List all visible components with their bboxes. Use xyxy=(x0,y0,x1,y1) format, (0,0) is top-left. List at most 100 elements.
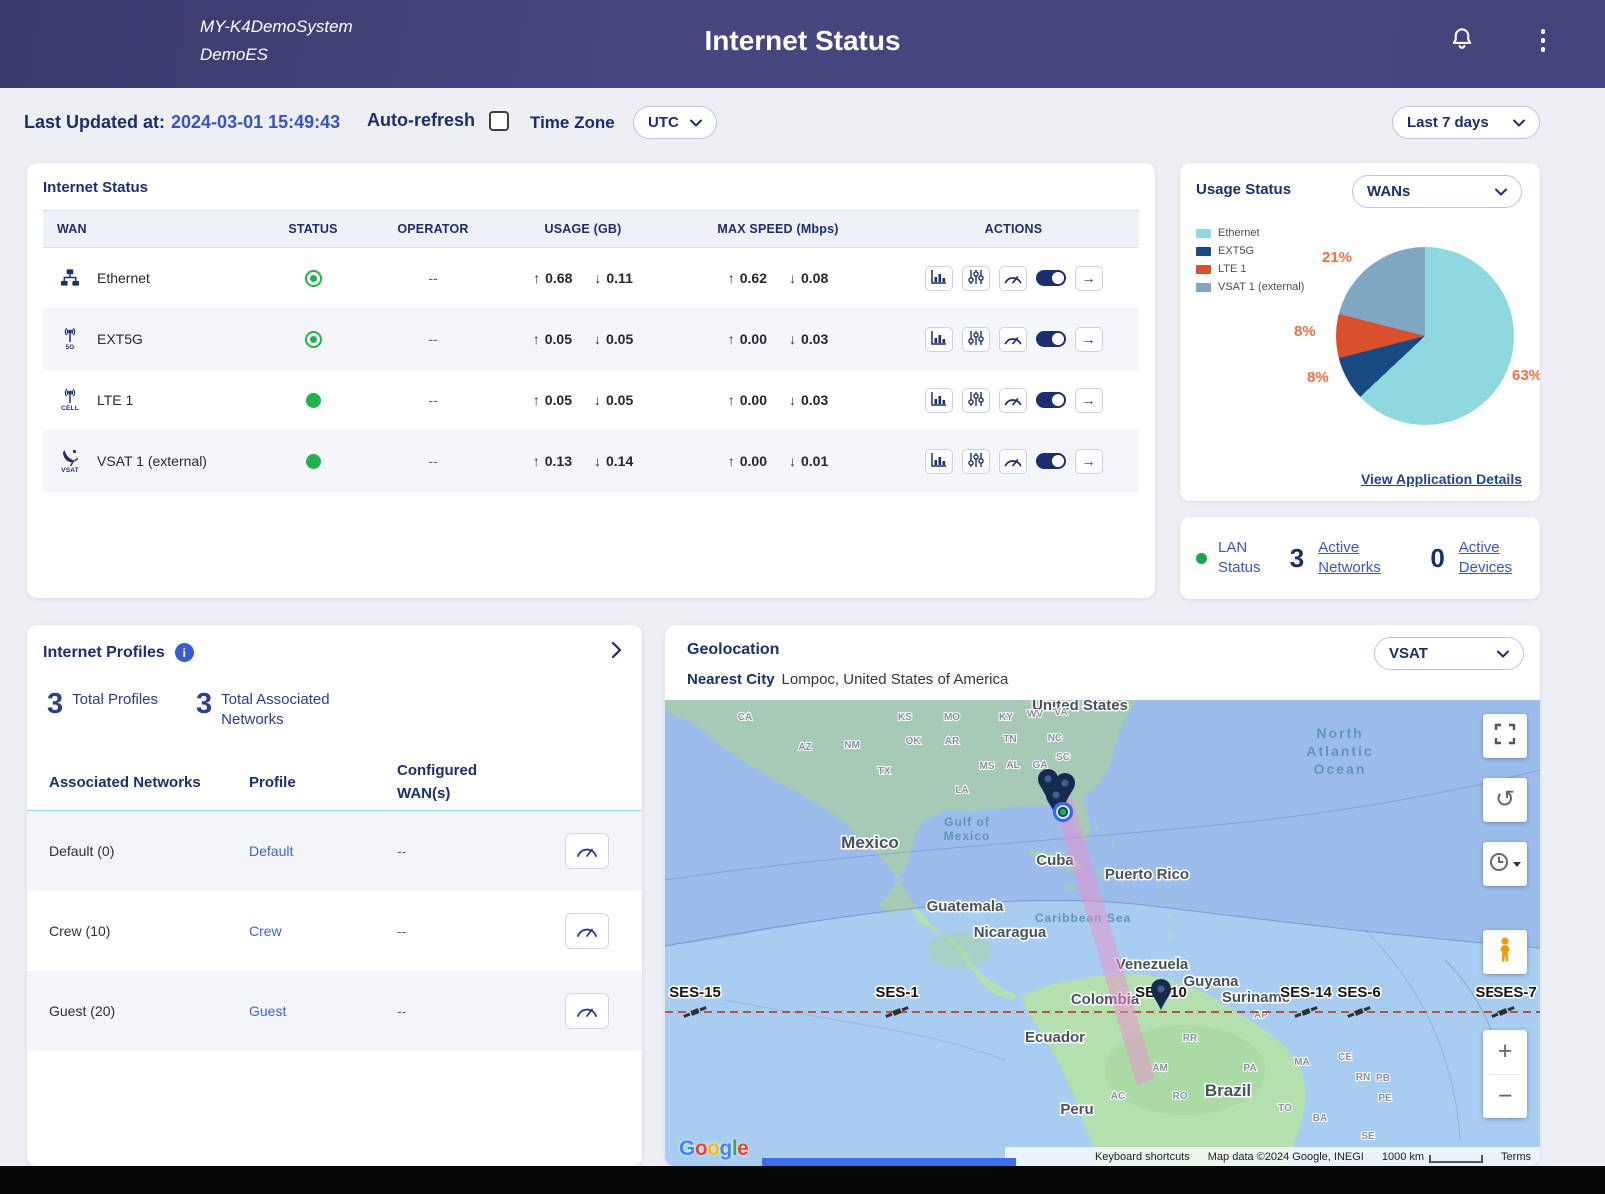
view-application-details-link[interactable]: View Application Details xyxy=(1361,471,1522,487)
zoom-in-button[interactable]: + xyxy=(1483,1030,1527,1074)
speed-test-button[interactable] xyxy=(999,266,1027,291)
wan-details-button[interactable]: → xyxy=(1075,327,1103,352)
download-icon: ↓ xyxy=(789,331,796,347)
speed-up: 0.00 xyxy=(740,392,767,408)
legend-label: VSAT 1 (external) xyxy=(1218,281,1304,293)
auto-refresh-checkbox[interactable] xyxy=(489,111,509,131)
map-label-peru: Peru xyxy=(1060,1101,1093,1118)
pegman-control[interactable] xyxy=(1483,930,1527,974)
legend-label: Ethernet xyxy=(1218,227,1260,239)
notifications-button[interactable] xyxy=(1449,27,1475,60)
scrollbar-thumb[interactable] xyxy=(762,1158,1016,1166)
active-devices-link[interactable]: Active Devices xyxy=(1459,538,1524,579)
keyboard-shortcuts-button[interactable]: Keyboard shortcuts xyxy=(1086,1151,1199,1163)
location-marker[interactable] xyxy=(1053,802,1073,822)
speed-test-button[interactable] xyxy=(999,449,1027,474)
info-icon[interactable]: i xyxy=(175,643,194,662)
usage-status-title: Usage Status xyxy=(1196,181,1291,198)
nearest-city-value: Lompoc, United States of America xyxy=(782,671,1009,688)
last-updated-value: 2024-03-01 15:49:43 xyxy=(171,112,340,132)
usage-chart-button[interactable] xyxy=(925,388,953,413)
legend-swatch-vsat1 xyxy=(1196,283,1211,292)
map-label-brazil: Brazil xyxy=(1205,1081,1251,1100)
internet-status-title: Internet Status xyxy=(43,179,1155,196)
download-icon: ↓ xyxy=(789,270,796,286)
date-range-select[interactable]: Last 7 days xyxy=(1392,106,1540,139)
wan-settings-button[interactable] xyxy=(962,449,990,474)
cell-icon: CELL xyxy=(55,388,85,412)
map-label-state: AC xyxy=(1111,1091,1125,1102)
map-label-guyana: Guyana xyxy=(1183,973,1239,990)
wan-enable-toggle[interactable] xyxy=(1036,270,1066,286)
kebab-menu-icon[interactable] xyxy=(1541,29,1546,52)
geolocation-source-select[interactable]: VSAT xyxy=(1374,637,1524,670)
map-label-state: PE xyxy=(1378,1093,1392,1104)
active-devices-count: 0 xyxy=(1430,543,1444,574)
profile-link[interactable]: Guest xyxy=(249,1003,397,1019)
profile-link[interactable]: Default xyxy=(249,843,397,859)
map-label-state: TN xyxy=(1003,734,1016,745)
google-logo[interactable]: Google xyxy=(679,1137,748,1161)
map-label-state: NM xyxy=(844,740,860,751)
map-scale[interactable]: 1000 km xyxy=(1373,1151,1492,1163)
chart-icon xyxy=(930,330,948,349)
map-label-state: MO xyxy=(944,712,960,723)
usage-scope-value: WANs xyxy=(1367,183,1410,200)
associated-network: Guest (20) xyxy=(49,1003,249,1019)
vsat-icon: VSAT xyxy=(55,448,85,474)
profile-speed-test-button[interactable] xyxy=(565,913,609,949)
fullscreen-button[interactable] xyxy=(1483,714,1527,758)
wan-settings-button[interactable] xyxy=(962,266,990,291)
download-icon: ↓ xyxy=(789,392,796,408)
usage-chart-button[interactable] xyxy=(925,266,953,291)
profile-speed-test-button[interactable] xyxy=(565,993,609,1029)
sliders-icon xyxy=(967,452,985,471)
reset-rotation-button[interactable]: ↺ xyxy=(1483,778,1527,822)
map-label-state: RO xyxy=(1173,1091,1188,1102)
profile-link[interactable]: Crew xyxy=(249,923,397,939)
speedtest-icon xyxy=(1003,331,1023,348)
wan-enable-toggle[interactable] xyxy=(1036,453,1066,469)
active-networks-count: 3 xyxy=(1290,543,1304,574)
upload-icon: ↑ xyxy=(533,270,540,286)
zoom-control: + − xyxy=(1483,1030,1527,1118)
speed-test-button[interactable] xyxy=(999,388,1027,413)
geolocation-title: Geolocation xyxy=(687,641,779,659)
usage-scope-select[interactable]: WANs xyxy=(1352,175,1522,208)
sliders-icon xyxy=(967,269,985,288)
upload-icon: ↑ xyxy=(728,392,735,408)
time-zone-select[interactable]: UTC xyxy=(633,106,717,139)
map-label-state: RR xyxy=(1183,1033,1198,1044)
app-header: MY-K4DemoSystem DemoES Internet Status xyxy=(0,0,1605,88)
geolocation-source-value: VSAT xyxy=(1389,645,1428,662)
profiles-expand-button[interactable] xyxy=(611,641,622,664)
wan-details-button[interactable]: → xyxy=(1075,388,1103,413)
upload-icon: ↑ xyxy=(533,331,540,347)
wan-row-vsat1: VSAT VSAT 1 (external) -- ↑0.13 ↓0.14 ↑0… xyxy=(43,431,1139,492)
wan-settings-button[interactable] xyxy=(962,388,990,413)
profile-speed-test-button[interactable] xyxy=(565,833,609,869)
ethernet-icon xyxy=(55,268,85,288)
wan-details-button[interactable]: → xyxy=(1075,449,1103,474)
wan-settings-button[interactable] xyxy=(962,327,990,352)
arrow-right-icon: → xyxy=(1082,453,1096,469)
speed-down: 0.03 xyxy=(801,331,828,347)
bottom-bar xyxy=(0,1166,1605,1194)
col-usage: USAGE (GB) xyxy=(498,222,668,236)
terms-link[interactable]: Terms xyxy=(1492,1151,1540,1163)
wan-details-button[interactable]: → xyxy=(1075,266,1103,291)
timeline-button[interactable] xyxy=(1483,842,1527,886)
status-dot-up xyxy=(306,393,321,408)
satellite-label: SES-6 xyxy=(1337,984,1380,1001)
speed-test-button[interactable] xyxy=(999,327,1027,352)
map-label-state: AZ xyxy=(798,742,811,753)
wan-enable-toggle[interactable] xyxy=(1036,331,1066,347)
wan-enable-toggle[interactable] xyxy=(1036,392,1066,408)
google-map[interactable]: United States CA AZ NM TX OK AR MO KS KY… xyxy=(665,700,1540,1166)
usage-chart-button[interactable] xyxy=(925,449,953,474)
profile-row-default: Default (0) Default -- xyxy=(27,811,642,891)
active-networks-link[interactable]: Active Networks xyxy=(1318,538,1390,579)
usage-chart-button[interactable] xyxy=(925,327,953,352)
zoom-out-button[interactable]: − xyxy=(1483,1075,1527,1119)
download-icon: ↓ xyxy=(594,392,601,408)
